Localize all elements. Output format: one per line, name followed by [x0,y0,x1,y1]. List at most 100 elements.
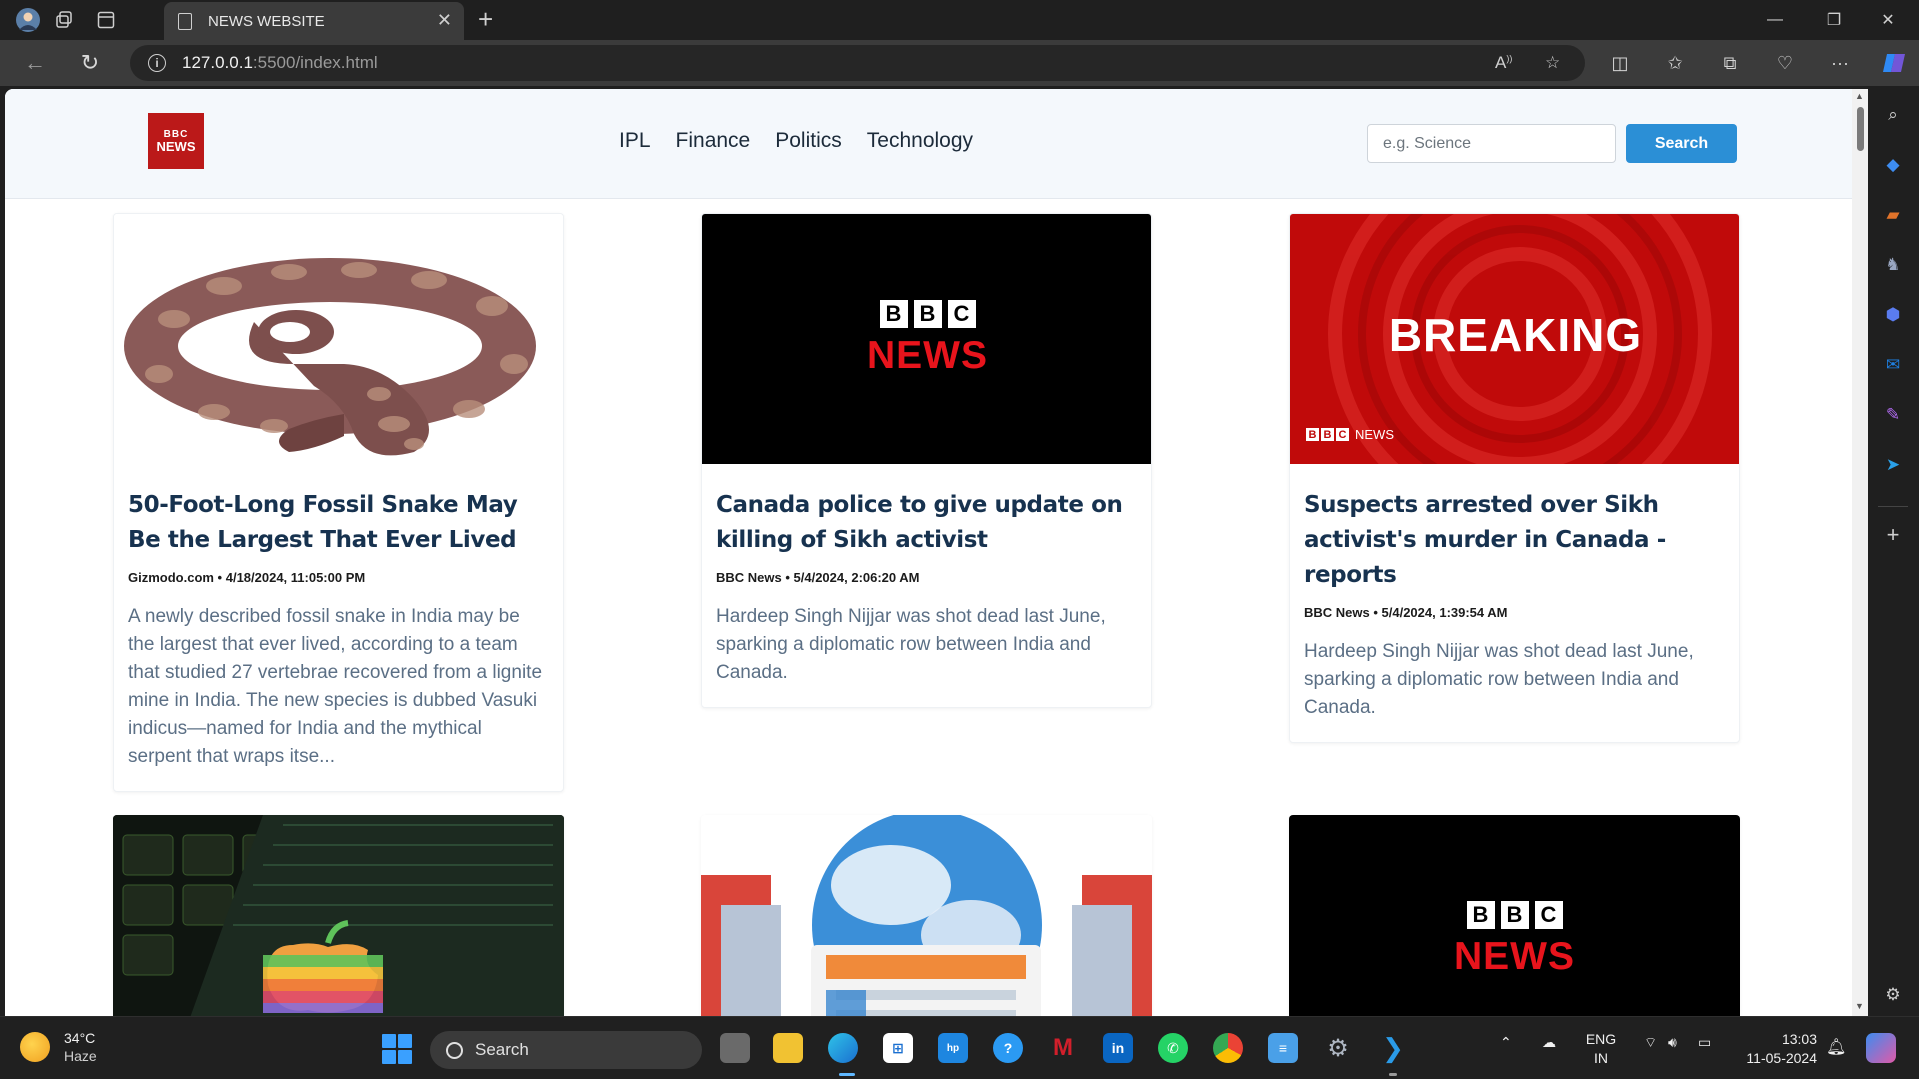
site-info-icon[interactable]: i [148,54,166,72]
url-field[interactable]: i 127.0.0.1 :5500/index.html A)) ☆ [130,45,1585,81]
nav-links: IPL Finance Politics Technology [619,129,973,153]
tools-briefcase-icon[interactable]: ▰ [1880,202,1906,228]
search-input[interactable] [1367,124,1616,163]
language-indicator[interactable]: ENG IN [1584,1030,1618,1068]
edge-browser-icon[interactable] [828,1033,858,1063]
news-card[interactable]: 50-Foot-Long Fossil Snake May Be the Lar… [113,213,564,792]
mcafee-icon[interactable]: M [1048,1033,1078,1063]
sidebar-settings-icon[interactable]: ⚙ [1880,982,1906,1008]
shopping-tag-icon[interactable]: ◆ [1880,152,1906,178]
web-page-viewport: BBC NEWS IPL Finance Politics Technology… [5,89,1868,1016]
games-icon[interactable]: ♞ [1880,252,1906,278]
chrome-icon[interactable] [1213,1033,1243,1063]
collections-icon[interactable]: ⧉ [1716,49,1744,77]
tab-actions-icon[interactable] [92,6,120,34]
card-image-apple-keyboard[interactable] [113,815,564,1016]
card-image-breaking[interactable]: BREAKING B B C NEWS [1290,214,1739,464]
card-description: Hardeep Singh Nijjar was shot dead last … [716,606,1106,683]
linkedin-icon[interactable]: in [1103,1033,1133,1063]
browser-essentials-icon[interactable]: ♡ [1771,49,1799,77]
card-image-fossil-snake[interactable] [114,214,563,464]
nav-link-ipl[interactable]: IPL [619,129,651,153]
workspaces-icon[interactable] [50,6,78,34]
copilot-taskbar-icon[interactable] [1866,1033,1896,1063]
start-windows-icon[interactable] [382,1034,412,1064]
myhp-icon[interactable]: hp [938,1033,968,1063]
favorite-star-icon[interactable]: ☆ [1545,53,1560,73]
read-aloud-icon[interactable]: A)) [1495,53,1512,73]
news-card[interactable]: BREAKING B B C NEWS Suspects arrested ov… [1289,213,1740,743]
wifi-icon[interactable]: ⌔ [1644,1034,1657,1052]
task-view-icon[interactable] [720,1033,750,1063]
vscode-icon[interactable]: ❯ [1378,1033,1408,1063]
news-wordmark: NEWS [867,334,988,377]
refresh-icon[interactable]: ↻ [75,49,105,77]
microsoft-365-icon[interactable]: ⬢ [1880,302,1906,328]
search-button[interactable]: Search [1626,124,1737,163]
show-hidden-icons-chevron-icon[interactable]: ⌃ [1500,1034,1512,1051]
browser-sidebar: ⌕ ◆ ▰ ♞ ⬢ ✉ ✎ ➤ + ⚙ [1868,86,1919,1016]
help-icon[interactable]: ? [993,1033,1023,1063]
scroll-up-arrow-icon[interactable]: ▲ [1855,91,1864,101]
news-card[interactable] [701,815,1152,1016]
outlook-icon[interactable]: ✉ [1880,352,1906,378]
designer-icon[interactable]: ✎ [1880,402,1906,428]
minimize-button[interactable]: — [1755,6,1795,34]
restore-button[interactable]: ❐ [1814,6,1854,34]
notepad-icon[interactable]: ≡ [1268,1033,1298,1063]
close-tab-icon[interactable]: ✕ [437,10,452,31]
search-icon [446,1041,463,1059]
card-body: 50-Foot-Long Fossil Snake May Be the Lar… [114,464,563,791]
onedrive-icon[interactable]: ☁ [1542,1034,1556,1051]
weather-widget[interactable]: 34°C Haze [20,1029,97,1065]
split-screen-icon[interactable]: ◫ [1606,49,1634,77]
nav-link-politics[interactable]: Politics [775,129,842,153]
scrollbar-thumb[interactable] [1857,107,1864,151]
tab-title: NEWS WEBSITE [208,12,325,30]
tab-news-website[interactable]: NEWS WEBSITE ✕ [164,2,464,40]
microsoft-store-icon[interactable]: ⊞ [883,1033,913,1063]
url-path: :5500/index.html [252,53,378,72]
clock[interactable]: 13:03 11-05-2024 [1737,1030,1817,1068]
page-scrollbar[interactable]: ▲ ▼ [1852,89,1868,1016]
new-tab-button[interactable]: + [478,4,493,35]
settings-gear-icon[interactable]: ⚙ [1323,1033,1353,1063]
favorites-icon[interactable]: ✩ [1661,49,1689,77]
card-title[interactable]: Suspects arrested over Sikh activist's m… [1304,488,1725,593]
card-title[interactable]: 50-Foot-Long Fossil Snake May Be the Lar… [128,488,549,558]
nav-link-technology[interactable]: Technology [867,129,973,153]
nav-link-finance[interactable]: Finance [676,129,751,153]
more-menu-icon[interactable]: ··· [1826,49,1854,77]
card-body: Suspects arrested over Sikh activist's m… [1290,464,1739,742]
sidebar-search-icon[interactable]: ⌕ [1880,102,1906,128]
taskbar-search-box[interactable]: Search [430,1031,702,1069]
close-window-button[interactable]: ✕ [1868,6,1908,34]
browser-tab-bar: NEWS WEBSITE ✕ + — ❐ ✕ [0,0,1919,40]
news-card[interactable] [113,815,564,1016]
card-image-globe-news[interactable] [701,815,1152,1016]
back-arrow-icon[interactable]: ← [20,49,50,77]
file-explorer-icon[interactable] [773,1033,803,1063]
card-image-bbc-news[interactable]: B B C NEWS [702,214,1151,464]
notification-bell-icon[interactable]: 🔔︎ [1826,1037,1846,1057]
card-image-bbc-news[interactable]: B B C NEWS [1289,815,1740,1016]
breaking-wordmark: BREAKING [1388,309,1643,361]
address-bar-row: ← ↻ i 127.0.0.1 :5500/index.html A)) ☆ ◫… [0,40,1919,86]
bbc-news-logo[interactable]: BBC NEWS [148,113,204,169]
weather-temp: 34°C [64,1030,96,1046]
profile-avatar-icon[interactable] [14,6,42,34]
add-sidebar-app-icon[interactable]: + [1880,522,1906,548]
card-body: Canada police to give update on killing … [702,464,1151,707]
drop-send-icon[interactable]: ➤ [1880,452,1906,478]
page-icon [178,12,192,30]
battery-icon[interactable]: ▭ [1698,1034,1711,1051]
site-navbar: BBC NEWS IPL Finance Politics Technology… [5,89,1852,199]
whatsapp-icon[interactable]: ✆ [1158,1033,1188,1063]
clock-time: 13:03 [1781,1031,1817,1047]
copilot-icon[interactable] [1880,49,1908,77]
volume-icon[interactable]: 🔊︎ [1668,1034,1677,1051]
card-title[interactable]: Canada police to give update on killing … [716,488,1137,558]
news-card[interactable]: B B C NEWS [1289,815,1740,1016]
news-card[interactable]: B B C NEWS Canada police to give update … [701,213,1152,708]
scroll-down-arrow-icon[interactable]: ▼ [1855,1001,1864,1011]
